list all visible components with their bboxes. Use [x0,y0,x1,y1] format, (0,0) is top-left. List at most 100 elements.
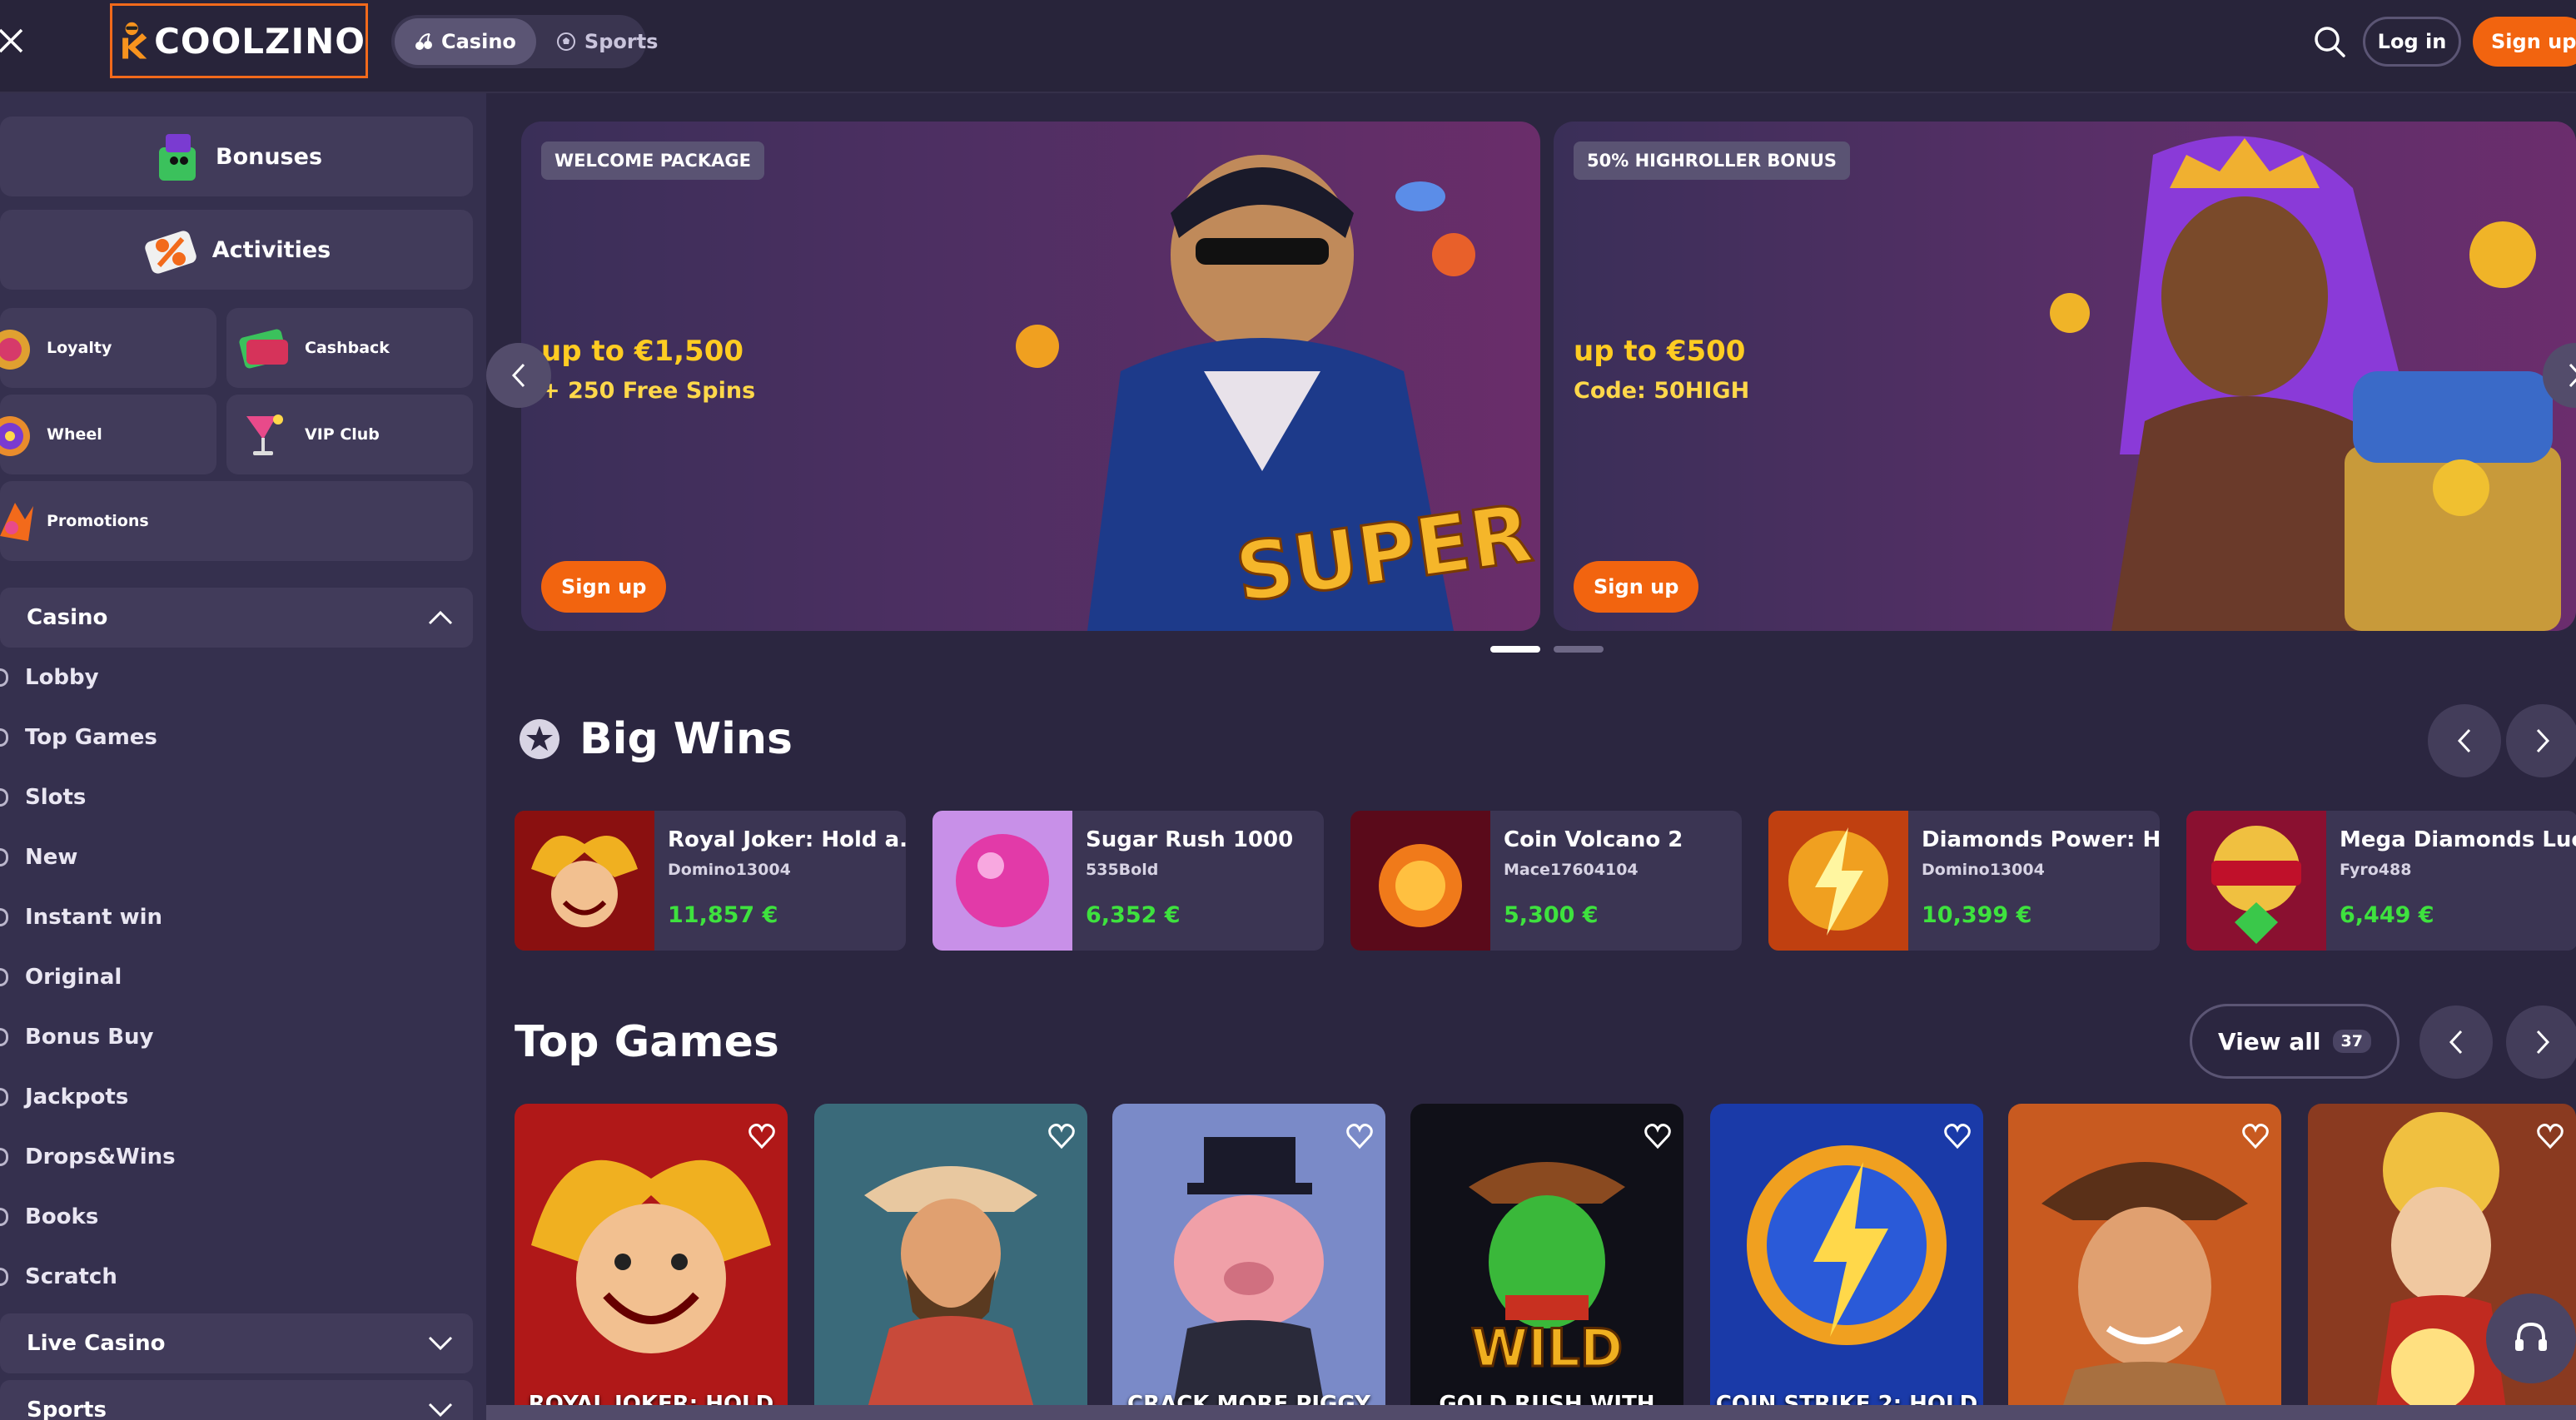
sidebar: Bonuses Activities Loyalty Cashback Whee… [0,93,486,1420]
sidebar-cashback[interactable]: Cashback [226,308,473,388]
sidebar-sports-header[interactable]: Sports [0,1380,473,1420]
favorite-heart-icon[interactable] [1644,1122,1672,1150]
sidebar-item-scratch[interactable]: Scratch [0,1252,117,1302]
big-win-card[interactable]: Coin Volcano 2 Mace17604104 5,300 € [1350,811,1742,951]
support-chat-button[interactable] [2486,1293,2576,1383]
sidebar-promotions[interactable]: Promotions [0,481,473,561]
win-amount: 6,449 € [2340,902,2434,928]
category-icon [0,1088,8,1106]
banner-hero-art [2050,136,2561,631]
loyalty-icon [0,321,35,375]
big-wins-prev-button[interactable] [2428,704,2501,777]
tab-casino[interactable]: Casino [395,18,536,65]
sidebar-loyalty[interactable]: Loyalty [0,308,216,388]
sidebar-item-jackpots[interactable]: Jackpots [0,1072,128,1122]
sidebar-item-original[interactable]: Original [0,952,122,1002]
banner-signup-button[interactable]: Sign up [1574,561,1699,613]
banner-prev-button[interactable] [486,343,551,408]
game-thumbnail [932,811,1072,951]
banner-subtitle: Code: 50HIGH [1574,378,1750,404]
banner-signup-button[interactable]: Sign up [541,561,667,613]
banner-highroller[interactable]: 50% HIGHROLLER BONUS up to €500 Code: 50… [1554,122,2576,631]
game-art [864,1166,1037,1420]
sidebar-item-top-games[interactable]: Top Games [0,712,157,762]
favorite-heart-icon[interactable] [1943,1122,1972,1150]
view-all-label: View all [2218,1027,2321,1055]
chevron-down-icon [428,1336,453,1351]
logo[interactable]: COOLZINO [110,3,368,78]
sidebar-item-books[interactable]: Books [0,1192,98,1242]
close-icon[interactable] [0,25,25,58]
top-games-prev-button[interactable] [2419,1005,2493,1079]
sidebar-wheel[interactable]: Wheel [0,395,216,474]
bonuses-icon [151,127,206,186]
game-card[interactable]: COIN STRIKE 2: HOLD [1710,1104,1983,1420]
sidebar-item-label: Bonus Buy [25,1025,154,1050]
big-win-card[interactable]: Mega Diamonds Luck Fyro488 6,449 € [2186,811,2576,951]
banner-title: up to €1,500 [541,335,744,368]
horizontal-scrollbar[interactable] [486,1405,2576,1420]
win-game-name: Diamonds Power: H... [1922,827,2160,852]
category-icon [0,1268,8,1286]
banner-title: up to €500 [1574,335,1746,368]
carousel-dot[interactable] [1554,646,1604,653]
favorite-heart-icon[interactable] [1345,1122,1374,1150]
game-art [531,1159,771,1353]
category-icon [0,788,8,807]
big-win-card[interactable]: Sugar Rush 1000 535Bold 6,352 € [932,811,1324,951]
big-wins-label: Big Wins [579,714,793,764]
sidebar-activities[interactable]: Activities [0,210,473,290]
sidebar-bonuses-label: Bonuses [215,143,323,170]
banner-tag: 50% HIGHROLLER BONUS [1574,142,1850,180]
favorite-heart-icon[interactable] [2536,1122,2564,1150]
sidebar-sports-title: Sports [27,1398,107,1420]
big-win-card[interactable]: Royal Joker: Hold a... Domino13004 11,85… [515,811,906,951]
game-card[interactable]: CRACK MORE PIGGY [1112,1104,1385,1420]
favorite-heart-icon[interactable] [1047,1122,1076,1150]
game-thumbnail [1768,811,1908,951]
sidebar-item-drops-wins[interactable]: Drops&Wins [0,1132,176,1182]
game-card[interactable]: WILD GOLD RUSH WITH [1410,1104,1683,1420]
game-card[interactable] [814,1104,1087,1420]
favorite-heart-icon[interactable] [748,1122,776,1150]
game-card[interactable]: ROYAL JOKER: HOLD [515,1104,788,1420]
signup-button[interactable]: Sign up [2473,17,2576,67]
chevron-right-icon [2569,363,2576,388]
sidebar-vip-club[interactable]: VIP Club [226,395,473,474]
win-user: Domino13004 [668,861,791,879]
banner-welcome[interactable]: SUPER WELCOME PACKAGE up to €1,500 + 250… [521,122,1540,631]
tab-sports[interactable]: Sports [536,18,679,65]
game-thumbnail [515,811,654,951]
sidebar-item-slots[interactable]: Slots [0,772,86,822]
chevron-right-icon [2536,1030,2550,1055]
tab-casino-label: Casino [441,30,516,53]
banner-hero-art: SUPER [1016,155,1537,631]
sidebar-item-bonus-buy[interactable]: Bonus Buy [0,1012,154,1062]
big-win-card[interactable]: Diamonds Power: H... Domino13004 10,399 … [1768,811,2160,951]
carousel-dot-active[interactable] [1490,646,1540,653]
game-thumbnail [1350,811,1490,951]
top-games-next-button[interactable] [2506,1005,2576,1079]
win-user: 535Bold [1086,861,1159,879]
sidebar-item-lobby[interactable]: Lobby [0,653,99,703]
sidebar-item-new[interactable]: New [0,832,77,882]
win-game-name: Coin Volcano 2 [1504,827,1683,852]
win-user: Domino13004 [1922,861,2045,879]
sidebar-bonuses[interactable]: Bonuses [0,117,473,196]
sidebar-item-label: Books [25,1204,99,1229]
top-header: COOLZINO Casino Sports Log in Sign up [0,0,2576,93]
big-wins-next-button[interactable] [2506,704,2576,777]
view-all-button[interactable]: View all 37 [2190,1004,2399,1079]
sidebar-live-casino-header[interactable]: Live Casino [0,1313,473,1373]
sidebar-item-instant-win[interactable]: Instant win [0,892,162,942]
login-button[interactable]: Log in [2363,17,2461,67]
game-card[interactable] [2008,1104,2281,1420]
favorite-heart-icon[interactable] [2241,1122,2270,1150]
game-thumbnail [2186,811,2326,951]
search-icon[interactable] [2311,23,2348,60]
category-icon [0,1148,8,1166]
wheel-icon [0,408,35,461]
sidebar-casino-header[interactable]: Casino [0,588,473,648]
win-user: Fyro488 [2340,861,2412,879]
headset-icon [2515,1322,2547,1351]
